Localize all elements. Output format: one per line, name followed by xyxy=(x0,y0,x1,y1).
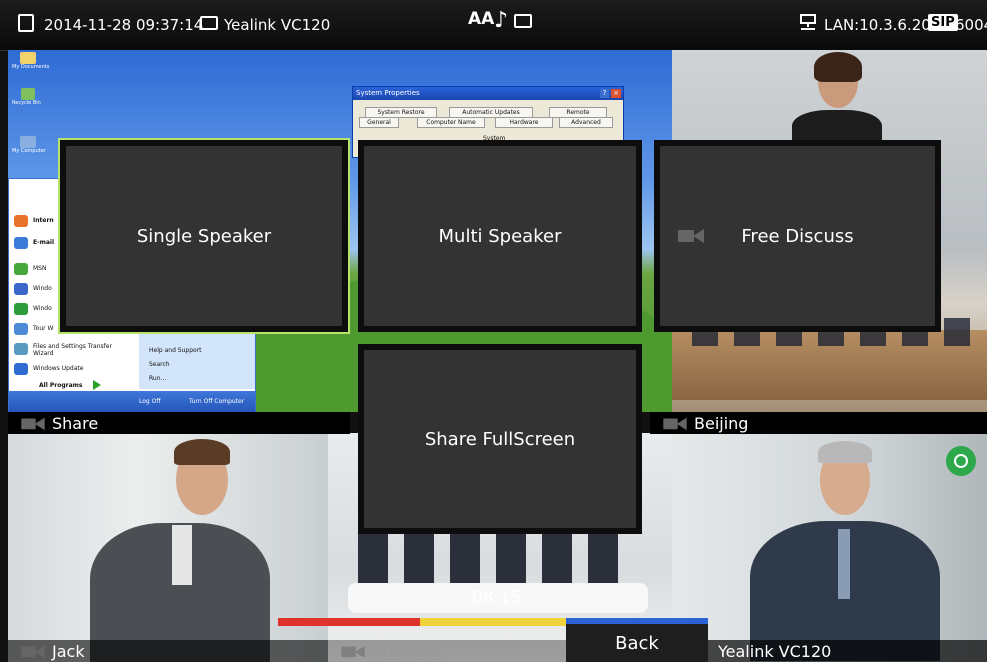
network-icon xyxy=(800,14,816,32)
option-label: Free Discuss xyxy=(741,225,854,247)
tab-computer-name[interactable]: Computer Name xyxy=(417,117,485,128)
font-size-icon[interactable]: AA xyxy=(468,9,494,29)
layout-option-free-discuss[interactable]: Free Discuss xyxy=(654,140,941,332)
sip-account: 6004 xyxy=(955,16,987,34)
help-icon[interactable]: ? xyxy=(600,89,609,98)
back-button[interactable]: Back xyxy=(566,624,708,662)
log-off[interactable]: Log Off xyxy=(139,398,160,405)
media-icon xyxy=(14,283,28,295)
jack-label: Jack xyxy=(52,641,85,661)
red-segment[interactable] xyxy=(278,618,420,626)
turn-off[interactable]: Turn Off Computer xyxy=(189,398,244,405)
all-programs[interactable]: All Programs xyxy=(39,382,82,389)
layout-option-single-speaker[interactable]: Single Speaker xyxy=(58,138,350,334)
start-item[interactable]: E-mail xyxy=(33,239,54,246)
status-bar: 2014-11-28 09:37:14 Yealink VC120 AA ♪ L… xyxy=(0,0,987,51)
help-support[interactable]: Help and Support xyxy=(149,347,202,354)
start-item[interactable]: Windo xyxy=(33,305,52,312)
messenger-icon xyxy=(14,303,28,315)
record-icon[interactable] xyxy=(946,446,976,476)
start-item[interactable]: Tour W xyxy=(33,325,53,332)
share-label: Share xyxy=(52,413,99,433)
start-item[interactable]: MSN xyxy=(33,265,46,272)
man-hair xyxy=(818,441,872,463)
start-item[interactable]: Files and Settings Transfer Wizard xyxy=(33,343,133,357)
sip-badge: SIP xyxy=(928,14,958,31)
search-item[interactable]: Search xyxy=(149,361,170,368)
start-menu-footer: Log Off Turn Off Computer xyxy=(9,391,255,413)
layout-option-multi-speaker[interactable]: Multi Speaker xyxy=(358,140,642,332)
close-icon[interactable]: × xyxy=(611,89,621,98)
australia-label: Australia xyxy=(372,641,443,661)
msn-icon xyxy=(14,263,28,275)
camera-icon xyxy=(21,417,45,431)
desktop-icon-my-computer: My Computer xyxy=(12,136,52,154)
start-item[interactable]: Intern xyxy=(33,217,54,224)
device-name: Yealink VC120 xyxy=(224,16,331,34)
tab-general[interactable]: General xyxy=(359,117,399,128)
run-item[interactable]: Run... xyxy=(149,375,166,382)
yealink-video-tile[interactable] xyxy=(672,433,987,662)
beijing-label: Beijing xyxy=(694,413,749,433)
jack-shirt xyxy=(172,525,192,585)
windows-update-icon xyxy=(14,363,28,375)
share-label-bar: Share xyxy=(8,412,350,434)
device-icon xyxy=(200,16,218,30)
yealink-label: Yealink VC120 xyxy=(718,641,832,661)
clock-icon xyxy=(18,14,34,32)
screen-share-icon xyxy=(514,14,532,28)
mail-icon xyxy=(14,237,28,249)
datetime: 2014-11-28 09:37:14 xyxy=(44,16,204,34)
option-label: Share FullScreen xyxy=(424,428,576,450)
desktop-icon-my-documents: My Documents xyxy=(12,52,52,70)
australia-label-bar: Australia xyxy=(328,640,566,662)
beijing-label-bar: Beijing xyxy=(650,412,987,434)
camera-icon xyxy=(663,417,687,431)
tab-advanced[interactable]: Advanced xyxy=(559,117,613,128)
tab-hardware[interactable]: Hardware xyxy=(495,117,553,128)
camera-icon xyxy=(678,228,704,243)
option-label: Multi Speaker xyxy=(438,225,562,247)
play-arrow-icon xyxy=(93,380,101,390)
transfer-icon xyxy=(14,343,28,355)
layout-option-share-fullscreen[interactable]: Share FullScreen xyxy=(358,344,642,534)
network-address: LAN:10.3.6.201 xyxy=(824,16,941,34)
tour-icon xyxy=(14,323,28,335)
camera-icon xyxy=(21,645,45,659)
desktop-icon-recycle-bin: Recycle Bin xyxy=(12,88,52,106)
yealink-label-bar: Yealink VC120 xyxy=(700,640,987,662)
option-label: Single Speaker xyxy=(136,225,272,247)
call-timer: 08:15 xyxy=(472,588,521,608)
yellow-segment[interactable] xyxy=(420,618,566,626)
start-item[interactable]: Windows Update xyxy=(33,365,83,372)
start-item[interactable]: Windo xyxy=(33,285,52,292)
camera-icon xyxy=(341,645,365,659)
firefox-icon xyxy=(14,215,28,227)
man-tie xyxy=(838,529,850,599)
woman-hair xyxy=(814,52,862,82)
mute-phone-icon: ♪ xyxy=(494,8,509,33)
dialog-title: System Properties xyxy=(353,87,623,100)
jack-hair xyxy=(174,439,230,465)
